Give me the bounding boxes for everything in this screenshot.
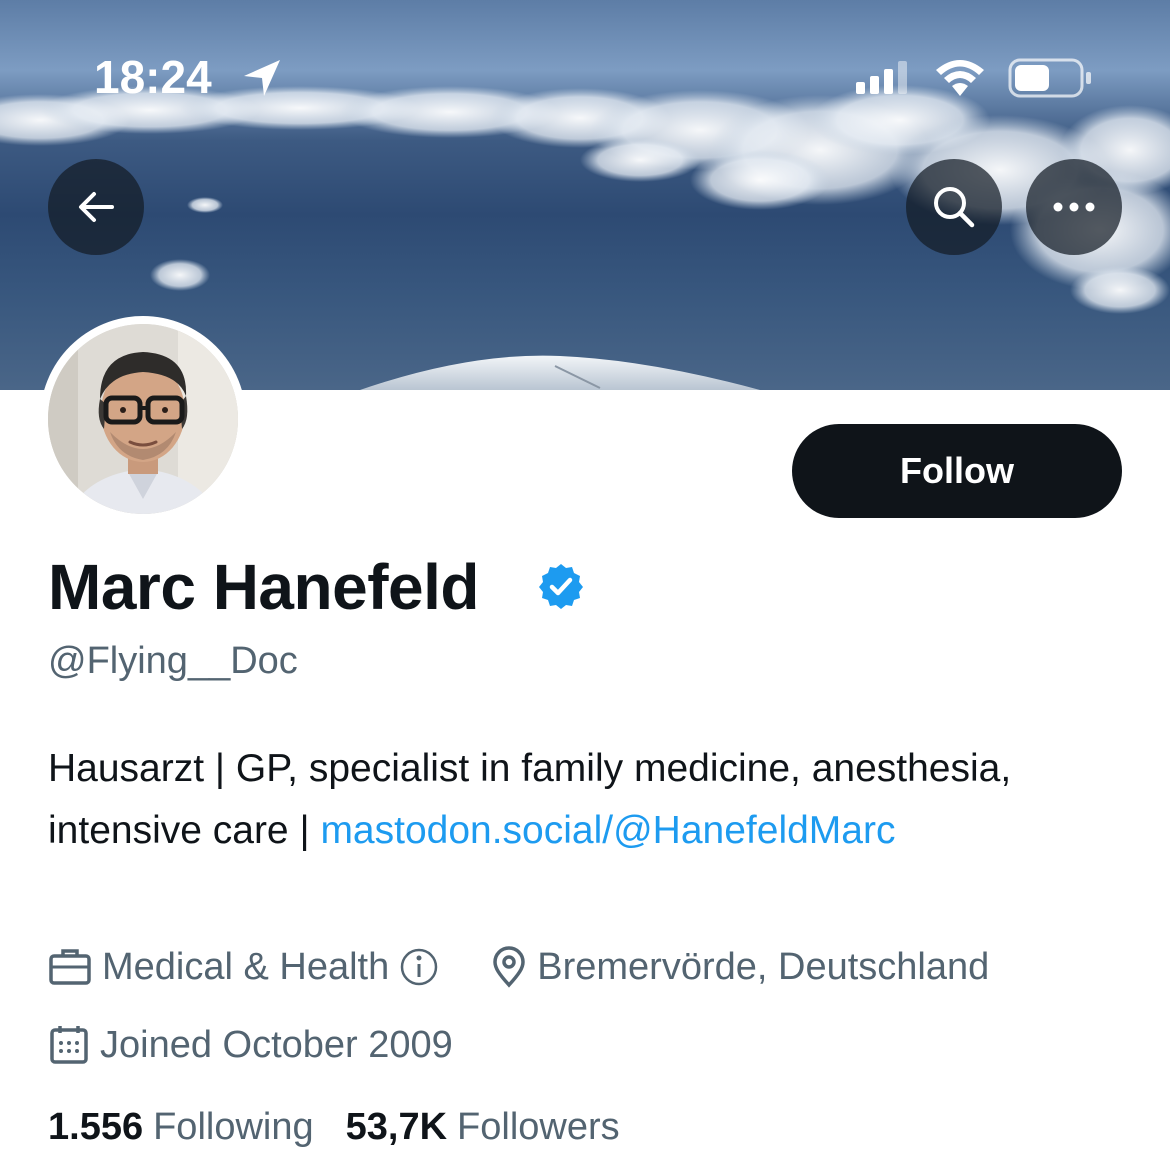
joined-label: Joined October 2009 (100, 1023, 453, 1066)
location-pin-icon (493, 946, 526, 988)
battery-icon (1008, 58, 1094, 103)
joined-item: Joined October 2009 (48, 1024, 453, 1067)
profile-meta-row: Medical & Health Bremervörde, Deutschlan… (48, 942, 989, 992)
bio-link[interactable]: mastodon.social/@HanefeldMarc (320, 809, 895, 852)
followers-label: Followers (457, 1106, 620, 1148)
search-icon (934, 187, 975, 228)
more-options-button[interactable] (1026, 159, 1122, 255)
category-item: Medical & Health (48, 946, 449, 989)
more-dots-icon (1053, 202, 1095, 212)
location-label: Bremervörde, Deutschland (537, 945, 990, 988)
briefcase-icon (49, 949, 91, 985)
profile-meta-row: Joined October 2009 (48, 1020, 453, 1070)
search-button[interactable] (906, 159, 1002, 255)
status-time: 18:24 (94, 51, 212, 103)
back-button[interactable] (48, 159, 144, 255)
category-label: Medical & Health (102, 945, 390, 988)
avatar-photo (48, 324, 238, 514)
profile-bio: Hausarzt | GP, specialist in family medi… (48, 738, 1128, 862)
avatar-frame[interactable] (40, 316, 246, 522)
followers-stat[interactable]: 53,7K Followers (346, 1106, 620, 1149)
avatar (48, 324, 238, 514)
user-handle: @Flying__Doc (48, 640, 298, 682)
cellular-signal-icon (856, 60, 912, 101)
location-item: Bremervörde, Deutschland (491, 946, 989, 989)
verified-badge-icon[interactable] (537, 562, 585, 615)
followers-count: 53,7K (345, 1106, 448, 1148)
follow-stats: 1.556 Following 53,7K Followers (48, 1106, 620, 1149)
location-arrow-icon (240, 56, 284, 105)
calendar-icon (50, 1026, 88, 1064)
arrow-left-icon (79, 192, 114, 222)
following-label: Following (153, 1106, 314, 1148)
follow-button[interactable]: Follow (792, 424, 1122, 518)
following-stat[interactable]: 1.556 Following (48, 1106, 314, 1149)
display-name: Marc Hanefeld (48, 551, 479, 623)
following-count: 1.556 (48, 1106, 144, 1148)
info-icon[interactable] (399, 947, 439, 987)
wifi-icon (934, 58, 986, 103)
